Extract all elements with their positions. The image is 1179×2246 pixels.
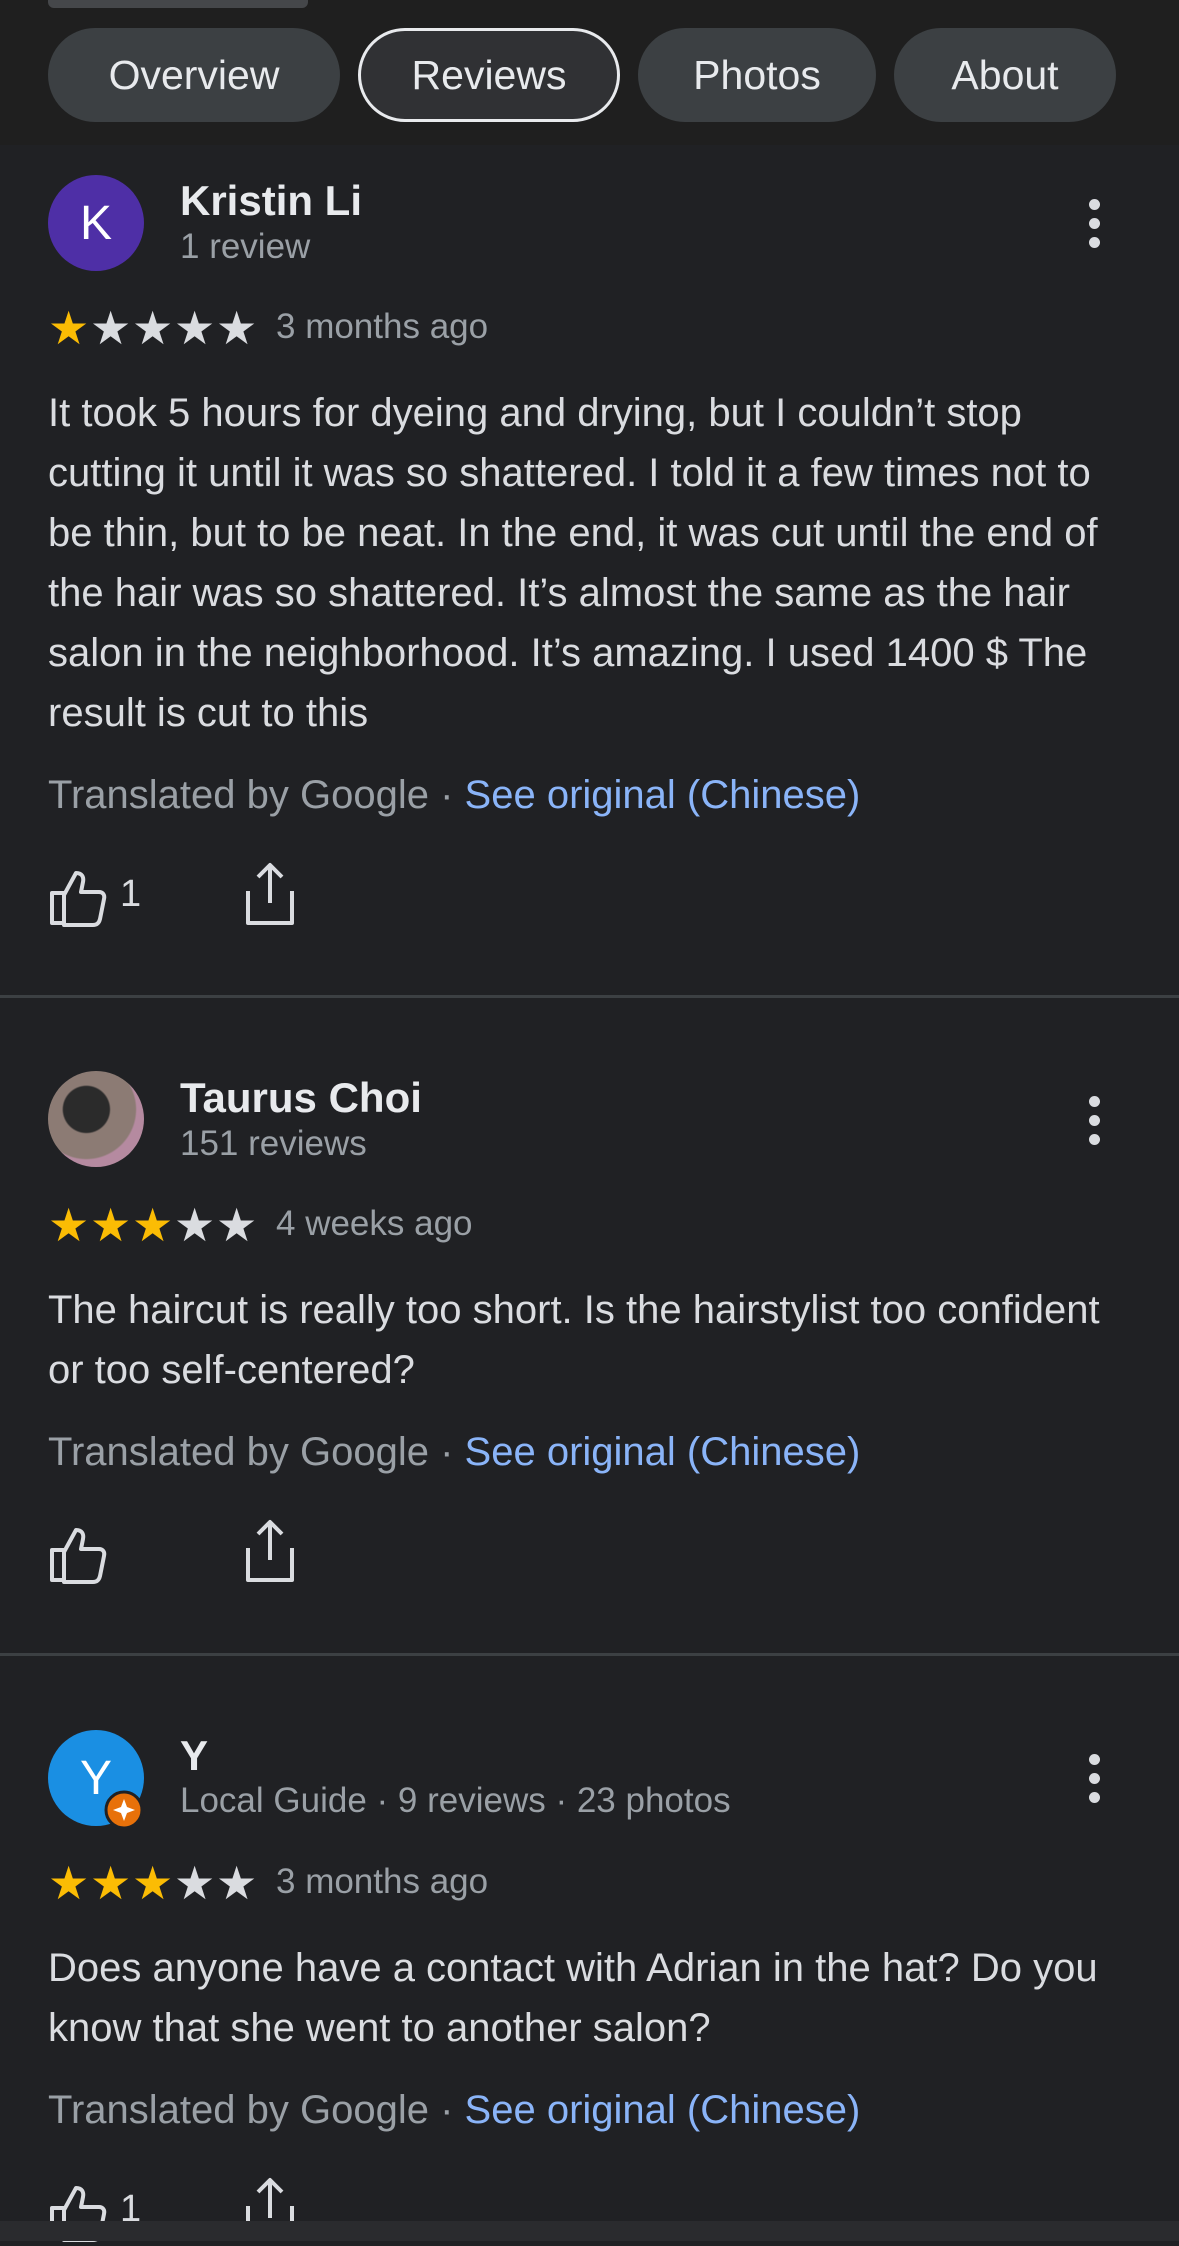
star-empty-icon: ★ xyxy=(174,1857,216,1909)
like-count: 1 xyxy=(120,873,142,915)
translation-note: Translated by Google · See original (Chi… xyxy=(48,2088,860,2133)
star-empty-icon: ★ xyxy=(216,1199,258,1251)
translated-by-label: Translated by Google xyxy=(48,2088,429,2132)
separator: · xyxy=(440,2088,454,2132)
local-guide-badge-icon xyxy=(104,1790,144,1830)
avatar[interactable] xyxy=(48,1071,144,1167)
review-date: 3 months ago xyxy=(276,1862,489,1901)
star-filled-icon: ★ xyxy=(48,1857,90,1909)
translation-note: Translated by Google · See original (Chi… xyxy=(48,1430,860,1475)
translation-note: Translated by Google · See original (Chi… xyxy=(48,773,860,818)
review-text: The haircut is really too short. Is the … xyxy=(48,1288,1100,1392)
star-empty-icon: ★ xyxy=(174,1199,216,1251)
review-card: K Kristin Li 1 review ★ ★ ★ ★ ★ 3 months ago… xyxy=(0,145,1179,995)
star-empty-icon: ★ xyxy=(90,302,132,354)
bottom-edge xyxy=(0,2221,1179,2241)
tab-about[interactable]: About xyxy=(894,28,1116,122)
review-date: 3 months ago xyxy=(276,307,489,346)
reviewer-meta: Local Guide · 9 reviews · 23 photos xyxy=(180,1781,731,1820)
star-empty-icon: ★ xyxy=(216,302,258,354)
review-text: It took 5 hours for dyeing and drying, b… xyxy=(48,391,1098,735)
star-rating: ★ ★ ★ ★ ★ xyxy=(48,1857,258,1909)
star-filled-icon: ★ xyxy=(90,1857,132,1909)
more-options-icon[interactable] xyxy=(1080,195,1108,255)
star-empty-icon: ★ xyxy=(216,1857,258,1909)
reviewer-meta: 1 review xyxy=(180,227,311,266)
star-filled-icon: ★ xyxy=(132,1857,174,1909)
star-filled-icon: ★ xyxy=(90,1199,132,1251)
reviewer-name[interactable]: Kristin Li xyxy=(180,177,362,225)
share-icon[interactable] xyxy=(244,1518,296,1584)
review-date: 4 weeks ago xyxy=(276,1204,473,1243)
see-original-link[interactable]: See original (Chinese) xyxy=(465,1430,861,1474)
review-card: Taurus Choi 151 reviews ★ ★ ★ ★ ★ 4 weeks ag… xyxy=(0,998,1179,1653)
star-rating: ★ ★ ★ ★ ★ xyxy=(48,1199,258,1251)
thumbs-up-icon[interactable] xyxy=(48,1524,108,1584)
tab-photos[interactable]: Photos xyxy=(638,28,876,122)
see-original-link[interactable]: See original (Chinese) xyxy=(465,2088,861,2132)
star-filled-icon: ★ xyxy=(48,302,90,354)
reviewer-name[interactable]: Y xyxy=(180,1732,208,1780)
more-options-icon[interactable] xyxy=(1080,1750,1108,1810)
translated-by-label: Translated by Google xyxy=(48,773,429,817)
translated-by-label: Translated by Google xyxy=(48,1430,429,1474)
avatar[interactable]: K xyxy=(48,175,144,271)
tab-bar: Overview Reviews Photos About xyxy=(0,28,1179,124)
thumbs-up-icon[interactable] xyxy=(48,867,108,927)
review-card: Y Y Local Guide · 9 reviews · 23 photos … xyxy=(0,1656,1179,2242)
separator: · xyxy=(440,773,454,817)
more-options-icon[interactable] xyxy=(1080,1092,1108,1152)
separator: · xyxy=(440,1430,454,1474)
reviewer-meta: 151 reviews xyxy=(180,1124,367,1163)
star-rating: ★ ★ ★ ★ ★ xyxy=(48,302,258,354)
share-icon[interactable] xyxy=(244,861,296,927)
star-filled-icon: ★ xyxy=(48,1199,90,1251)
review-text: Does anyone have a contact with Adrian i… xyxy=(48,1946,1098,2050)
see-original-link[interactable]: See original (Chinese) xyxy=(465,773,861,817)
star-empty-icon: ★ xyxy=(132,302,174,354)
star-empty-icon: ★ xyxy=(174,302,216,354)
avatar-letter: K xyxy=(79,196,112,250)
tab-reviews[interactable]: Reviews xyxy=(358,28,620,122)
tab-overview[interactable]: Overview xyxy=(48,28,340,122)
top-bar: Overview Reviews Photos About xyxy=(0,0,1179,145)
cut-off-header xyxy=(48,0,308,8)
reviewer-name[interactable]: Taurus Choi xyxy=(180,1074,422,1122)
star-filled-icon: ★ xyxy=(132,1199,174,1251)
